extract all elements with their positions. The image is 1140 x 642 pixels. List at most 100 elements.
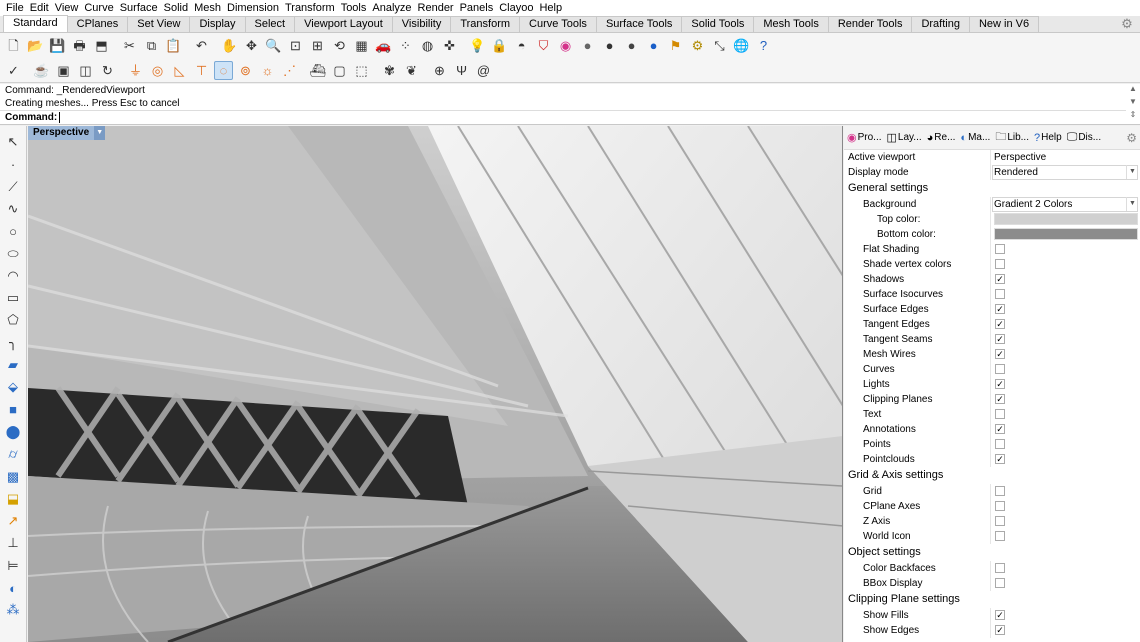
setting-row[interactable]: BBox Display — [844, 576, 1140, 591]
menu-file[interactable]: File — [3, 0, 27, 16]
paste-icon[interactable]: 📋 — [164, 36, 183, 55]
setting-row[interactable]: Lights ✓ — [844, 377, 1140, 392]
panel-tab-re[interactable]: ◕ Re... — [927, 132, 956, 144]
align-icon[interactable]: ⊥ — [3, 533, 23, 553]
ellipse-icon[interactable]: ⬭ — [3, 244, 23, 264]
menu-transform[interactable]: Transform — [282, 0, 338, 16]
fillet-icon[interactable]: ╮ — [3, 333, 23, 353]
rotate-icon[interactable]: ↻ — [98, 61, 117, 80]
setting-row[interactable]: CPlane Axes — [844, 499, 1140, 514]
setting-row[interactable]: Show Edges ✓ — [844, 623, 1140, 638]
top-color-row[interactable]: Top color: — [844, 212, 1140, 227]
mesh-icon[interactable]: ▩ — [3, 467, 23, 487]
perspective-viewport[interactable]: Perspective ▼ — [28, 126, 843, 642]
circle-icon[interactable]: ○ — [3, 221, 23, 241]
menu-edit[interactable]: Edit — [27, 0, 52, 16]
checkbox[interactable] — [995, 501, 1005, 511]
setting-row[interactable]: Surface Edges ✓ — [844, 302, 1140, 317]
bottom-color-row[interactable]: Bottom color: — [844, 227, 1140, 242]
setting-row[interactable]: Annotations ✓ — [844, 422, 1140, 437]
menu-view[interactable]: View — [52, 0, 82, 16]
box-solid-icon[interactable]: ■ — [3, 400, 23, 420]
section-header[interactable]: Object settings — [844, 544, 1140, 561]
checkbox[interactable]: ✓ — [995, 274, 1005, 284]
spiral-icon[interactable]: @ — [474, 61, 493, 80]
checkbox[interactable] — [995, 409, 1005, 419]
tab-surface-tools[interactable]: Surface Tools — [595, 16, 683, 32]
menu-solid[interactable]: Solid — [161, 0, 191, 16]
checkbox[interactable] — [995, 439, 1005, 449]
panel-tab-ma[interactable]: ◐ Ma... — [960, 132, 990, 144]
gear-cluster-icon[interactable]: ⚙ — [688, 36, 707, 55]
undo-icon[interactable]: ↶ — [192, 36, 211, 55]
checkbox[interactable] — [995, 563, 1005, 573]
panel-tab-pro[interactable]: ◉ Pro... — [847, 131, 882, 144]
tab-drafting[interactable]: Drafting — [911, 16, 970, 32]
teapot-icon[interactable]: ☕ — [32, 61, 51, 80]
viewport-title-bar[interactable]: Perspective ▼ — [28, 126, 106, 140]
flag-icon[interactable]: ⚑ — [666, 36, 685, 55]
zoom-extents-icon[interactable]: ⊞ — [308, 36, 327, 55]
tab-visibility[interactable]: Visibility — [391, 16, 452, 32]
box-icon[interactable]: ▢ — [330, 61, 349, 80]
crossed-lines-icon[interactable]: ⋰ — [280, 61, 299, 80]
sphere-dark-icon[interactable]: ● — [600, 36, 619, 55]
cplane-icon[interactable]: ◍ — [418, 36, 437, 55]
checkbox[interactable]: ✓ — [995, 379, 1005, 389]
sphere-solid-icon[interactable]: ⬤ — [3, 422, 23, 442]
tab-solid-tools[interactable]: Solid Tools — [681, 16, 755, 32]
setting-row[interactable]: Color Backfaces — [844, 561, 1140, 576]
panel-tab-dis[interactable]: 🖵 Dis... — [1067, 131, 1101, 144]
tab-set-view[interactable]: Set View — [127, 16, 191, 32]
cube-stack-icon[interactable]: ▣ — [54, 61, 73, 80]
checkbox[interactable]: ✓ — [995, 394, 1005, 404]
spin-icon[interactable]: ⇕ — [1128, 110, 1138, 119]
point-icon[interactable]: · — [3, 154, 23, 174]
surface-icon[interactable]: ▰ — [3, 355, 23, 375]
menu-clayoo[interactable]: Clayoo — [496, 0, 536, 16]
setting-row[interactable]: Shade vertex colors — [844, 257, 1140, 272]
tree-icon[interactable]: Ψ — [452, 61, 471, 80]
leaf-icon[interactable]: ❦ — [402, 61, 421, 80]
color-swatch[interactable] — [994, 228, 1138, 240]
setting-row[interactable]: Curves — [844, 362, 1140, 377]
command-input[interactable]: Command: — [0, 110, 1126, 124]
checkbox[interactable]: ✓ — [995, 424, 1005, 434]
check-icon[interactable]: ✓ — [4, 61, 23, 80]
funnel-icon[interactable]: ⏚ — [126, 61, 145, 80]
box-open-icon[interactable]: ⬚ — [352, 61, 371, 80]
checkbox[interactable]: ✓ — [995, 610, 1005, 620]
setting-row[interactable]: Surface Isocurves — [844, 287, 1140, 302]
menu-curve[interactable]: Curve — [81, 0, 116, 16]
setting-row[interactable]: Flat Shading — [844, 242, 1140, 257]
menu-tools[interactable]: Tools — [338, 0, 370, 16]
gear-icon[interactable]: ⚙ — [1126, 131, 1137, 145]
scroll-up-icon[interactable]: ▲ — [1128, 84, 1138, 93]
setting-row[interactable]: Z Axis — [844, 514, 1140, 529]
menu-analyze[interactable]: Analyze — [369, 0, 414, 16]
tab-mesh-tools[interactable]: Mesh Tools — [753, 16, 829, 32]
import-icon[interactable]: ⬒ — [92, 36, 111, 55]
boat-icon[interactable]: ⛴ — [308, 61, 327, 80]
chevron-down-icon[interactable]: ▼ — [1126, 165, 1138, 179]
tab-new-in-v6[interactable]: New in V6 — [968, 16, 1040, 32]
ring-icon[interactable]: ◎ — [148, 61, 167, 80]
menu-dimension[interactable]: Dimension — [224, 0, 282, 16]
checkbox[interactable]: ✓ — [995, 349, 1005, 359]
background-row[interactable]: Background Gradient 2 Colors ▼ — [844, 197, 1140, 212]
checkbox[interactable] — [995, 244, 1005, 254]
property-value[interactable]: Gradient 2 Colors — [994, 197, 1072, 212]
tab-viewport-layout[interactable]: Viewport Layout — [294, 16, 393, 32]
section-header[interactable]: Grid & Axis settings — [844, 467, 1140, 484]
panel-tab-lib[interactable]: 🗀 Lib... — [995, 128, 1029, 147]
select-point-icon[interactable]: ⁘ — [396, 36, 415, 55]
setting-row[interactable]: Shadows ✓ — [844, 272, 1140, 287]
layers-icon[interactable]: ◫ — [76, 61, 95, 80]
material-icon[interactable]: ◐ — [3, 578, 23, 598]
color-wheel-icon[interactable]: ◉ — [556, 36, 575, 55]
shield-icon[interactable]: ⛉ — [534, 36, 553, 55]
checkbox[interactable] — [995, 578, 1005, 588]
move-icon[interactable]: ✥ — [242, 36, 261, 55]
arc-icon[interactable]: ◠ — [3, 266, 23, 286]
checkbox[interactable] — [995, 289, 1005, 299]
